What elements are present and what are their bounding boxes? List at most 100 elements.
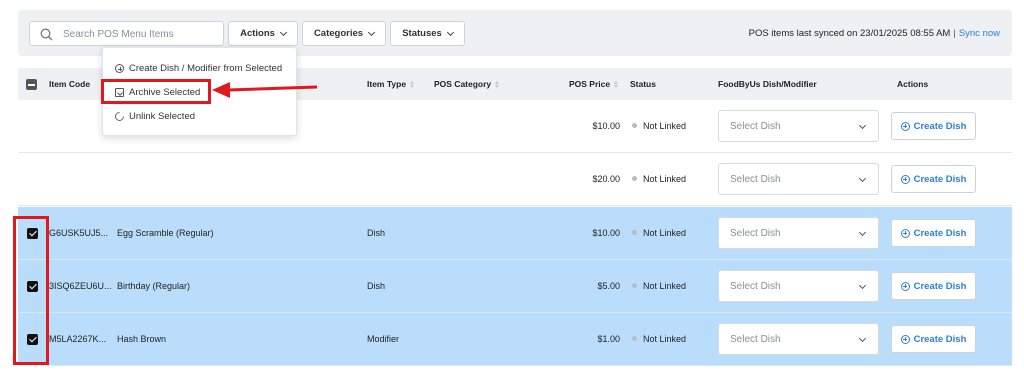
item-code: 3ISQ6ZEU6U... [49, 281, 112, 291]
circle-plus-icon [900, 174, 910, 184]
categories-dropdown-button[interactable]: Categories [302, 21, 386, 46]
circle-plus-icon [900, 121, 910, 131]
status-label: Not Linked [643, 228, 687, 238]
table-row: 3ISQ6ZEU6U... Birthday (Regular) Dish $5… [18, 260, 1012, 313]
create-dish-label: Create Dish [913, 280, 967, 292]
pos-price: $10.00 [592, 228, 620, 238]
item-type: Dish [367, 228, 386, 238]
status-label: Not Linked [643, 334, 687, 344]
status-label: Not Linked [643, 174, 687, 184]
status-label: Not Linked [643, 121, 687, 131]
column-header-status: Status [630, 79, 656, 89]
menu-item-create-from-selected[interactable]: Create Dish / Modifier from Selected [115, 63, 282, 74]
circle-plus-icon [900, 281, 910, 291]
status-dot-icon [632, 336, 637, 342]
select-dish-placeholder: Select Dish [730, 334, 781, 345]
item-type: Dish [367, 281, 386, 291]
circle-plus-icon [900, 228, 910, 238]
search-icon [40, 28, 53, 41]
create-dish-button[interactable]: Create Dish [891, 112, 976, 140]
table-row: G6USK5UJ5... Egg Scramble (Regular) Dish… [18, 207, 1012, 260]
create-dish-label: Create Dish [913, 333, 967, 345]
pos-price: $10.00 [592, 121, 620, 131]
create-dish-button[interactable]: Create Dish [891, 165, 976, 193]
chevron-down-icon [446, 28, 454, 36]
statuses-dropdown-button[interactable]: Statuses [390, 21, 465, 46]
sync-separator: | [953, 28, 956, 39]
create-dish-label: Create Dish [913, 227, 967, 239]
pos-price: $5.00 [597, 281, 620, 291]
column-header-pos-price[interactable]: POS Price [569, 79, 619, 89]
table-row: M5LA2267K... Hash Brown Modifier $1.00 N… [18, 313, 1012, 366]
chevron-down-icon [368, 28, 376, 36]
select-dish-dropdown[interactable]: Select Dish [718, 163, 879, 195]
column-header-actions: Actions [897, 79, 929, 89]
select-dish-placeholder: Select Dish [730, 174, 781, 185]
status-badge: Not Linked [632, 281, 686, 291]
status-badge: Not Linked [632, 174, 686, 184]
table-row: $20.00 Not Linked Select Dish Create Dis… [18, 153, 1012, 206]
pos-price: $20.00 [592, 174, 620, 184]
column-header-item-code[interactable]: Item Code [49, 79, 90, 89]
sync-now-link[interactable]: Sync now [959, 28, 1000, 39]
item-name: Birthday (Regular) [117, 281, 191, 291]
menu-item-unlink-selected[interactable]: Unlink Selected [113, 110, 196, 123]
menu-item-label: Unlink Selected [129, 111, 196, 122]
item-code: M5LA2267K... [49, 334, 107, 344]
statuses-label: Statuses [402, 28, 442, 39]
sync-status-text: POS items last synced on 23/01/2025 08:5… [748, 28, 951, 39]
select-all-checkbox[interactable] [26, 79, 37, 90]
status-dot-icon [632, 123, 637, 129]
column-header-pos-category[interactable]: POS Category [434, 79, 500, 89]
chevron-down-icon [858, 174, 867, 183]
column-header-foodbyus-dish: FoodByUs Dish/Modifier [718, 79, 817, 89]
actions-dropdown-button[interactable]: Actions [228, 21, 298, 46]
sort-icon [614, 80, 619, 89]
select-dish-placeholder: Select Dish [730, 228, 781, 239]
create-dish-label: Create Dish [913, 173, 967, 185]
column-header-pos-category-label: POS Category [434, 79, 492, 89]
pos-price: $1.00 [597, 334, 620, 344]
item-code: G6USK5UJ5... [49, 228, 109, 238]
select-dish-dropdown[interactable]: Select Dish [718, 110, 879, 142]
column-header-pos-price-label: POS Price [569, 79, 611, 89]
chevron-down-icon [858, 121, 867, 130]
status-dot-icon [632, 230, 637, 236]
status-badge: Not Linked [632, 228, 686, 238]
chevron-down-icon [858, 334, 867, 343]
chevron-down-icon [279, 28, 287, 36]
create-dish-label: Create Dish [913, 120, 967, 132]
column-header-item-type-label: Item Type [367, 79, 407, 89]
highlight-box-archive [101, 79, 211, 104]
circle-plus-icon [115, 64, 124, 73]
search-box[interactable] [29, 21, 224, 46]
sort-icon [495, 80, 500, 89]
item-name: Hash Brown [117, 334, 167, 344]
chevron-down-icon [858, 281, 867, 290]
status-label: Not Linked [643, 281, 687, 291]
categories-label: Categories [313, 28, 364, 39]
actions-label: Actions [240, 28, 275, 39]
create-dish-button[interactable]: Create Dish [891, 325, 976, 353]
unlink-icon [113, 110, 126, 123]
create-dish-button[interactable]: Create Dish [891, 219, 976, 247]
highlight-box-checkboxes [13, 216, 49, 365]
red-arrow-icon [212, 82, 318, 98]
select-dish-dropdown[interactable]: Select Dish [718, 323, 879, 355]
sort-icon [410, 80, 415, 89]
select-dish-dropdown[interactable]: Select Dish [718, 217, 879, 249]
item-type: Modifier [367, 334, 400, 344]
circle-plus-icon [900, 334, 910, 344]
chevron-down-icon [858, 228, 867, 237]
select-dish-dropdown[interactable]: Select Dish [718, 270, 879, 302]
column-header-item-type[interactable]: Item Type [367, 79, 415, 89]
sync-info: POS items last synced on 23/01/2025 08:5… [749, 28, 1000, 39]
status-badge: Not Linked [632, 121, 686, 131]
select-dish-placeholder: Select Dish [730, 281, 781, 292]
menu-item-label: Create Dish / Modifier from Selected [129, 63, 283, 74]
search-input[interactable] [63, 26, 218, 42]
status-dot-icon [632, 176, 637, 182]
create-dish-button[interactable]: Create Dish [891, 272, 976, 300]
status-badge: Not Linked [632, 334, 686, 344]
status-dot-icon [632, 283, 637, 289]
